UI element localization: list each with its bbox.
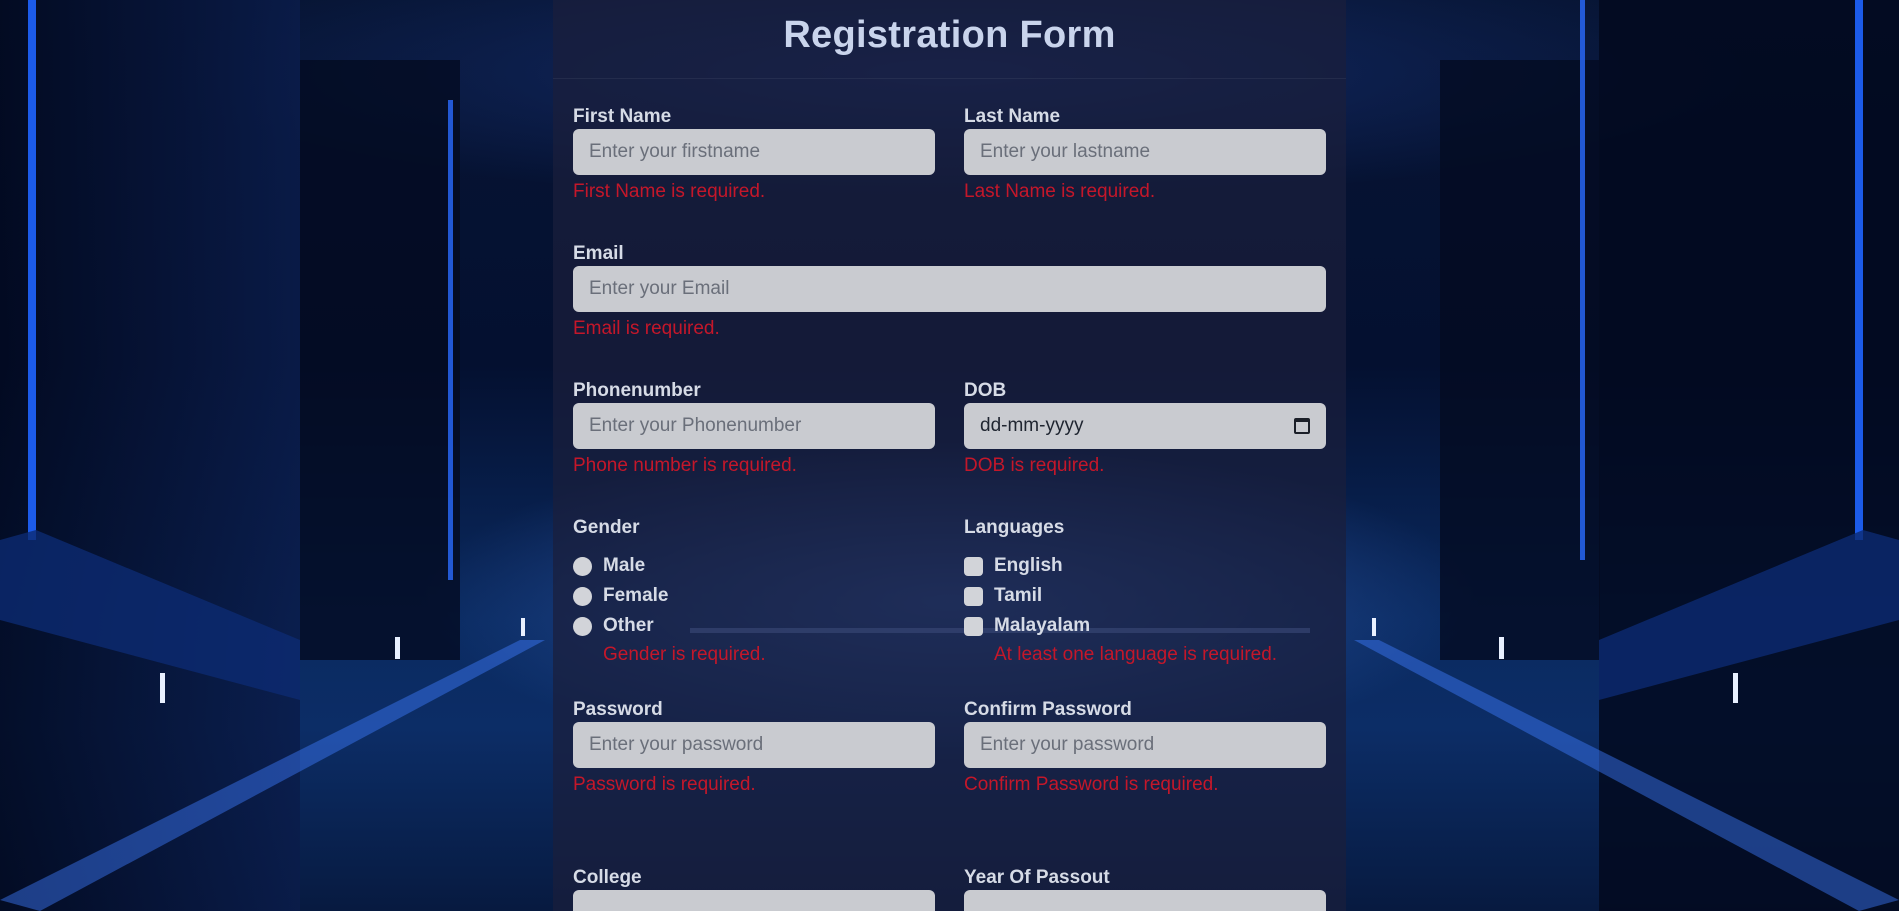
calendar-icon[interactable] — [1294, 418, 1310, 434]
dob-label: DOB — [964, 380, 1007, 401]
gender-option-label: Male — [603, 555, 646, 576]
first-name-label: First Name — [573, 106, 672, 127]
gender-option-label: Other — [603, 615, 654, 636]
phone-error: Phone number is required. — [573, 455, 797, 476]
last-name-label: Last Name — [964, 106, 1061, 127]
language-option-label: Tamil — [994, 585, 1043, 606]
dob-error: DOB is required. — [964, 455, 1105, 476]
gender-option-male[interactable]: Male — [573, 554, 645, 578]
language-option-malayalam[interactable]: Malayalam — [964, 614, 1090, 638]
gender-label: Gender — [573, 517, 640, 538]
checkbox-icon[interactable] — [964, 586, 983, 606]
password-label: Password — [573, 699, 663, 720]
languages-error: At least one language is required. — [994, 644, 1278, 665]
languages-field: Languages English Tamil Malayalam At lea… — [964, 516, 1326, 676]
dob-field: DOB dd-mm-yyyy DOB is required. — [964, 379, 1326, 489]
radio-icon[interactable] — [573, 616, 592, 636]
gender-option-label: Female — [603, 585, 669, 606]
year-of-passout-field: Year Of Passout — [964, 866, 1326, 911]
college-label: College — [573, 867, 642, 888]
form-title: Registration Form — [783, 14, 1116, 56]
gender-option-other[interactable]: Other — [573, 614, 654, 638]
languages-label: Languages — [964, 517, 1065, 538]
confirm-password-input[interactable] — [964, 722, 1326, 768]
radio-icon[interactable] — [573, 586, 592, 606]
phone-input[interactable] — [573, 403, 935, 449]
college-field: College — [573, 866, 935, 911]
registration-form: Registration Form First Name First Name … — [553, 0, 1346, 911]
radio-icon[interactable] — [573, 556, 592, 576]
last-name-input[interactable] — [964, 129, 1326, 175]
confirm-password-error: Confirm Password is required. — [964, 774, 1219, 795]
gender-option-female[interactable]: Female — [573, 584, 668, 608]
confirm-password-label: Confirm Password — [964, 699, 1132, 720]
phone-field: Phonenumber Phone number is required. — [573, 379, 935, 489]
email-label: Email — [573, 243, 624, 264]
password-input[interactable] — [573, 722, 935, 768]
year-of-passout-input[interactable] — [964, 890, 1326, 911]
language-option-tamil[interactable]: Tamil — [964, 584, 1042, 608]
college-input[interactable] — [573, 890, 935, 911]
email-error: Email is required. — [573, 318, 720, 339]
phone-label: Phonenumber — [573, 380, 701, 401]
confirm-password-field: Confirm Password Confirm Password is req… — [964, 698, 1326, 808]
gender-error: Gender is required. — [603, 644, 766, 665]
checkbox-icon[interactable] — [964, 616, 983, 636]
language-option-label: English — [994, 555, 1063, 576]
dob-input[interactable]: dd-mm-yyyy — [964, 403, 1326, 449]
password-field: Password Password is required. — [573, 698, 935, 808]
last-name-field: Last Name Last Name is required. — [964, 105, 1326, 215]
checkbox-icon[interactable] — [964, 556, 983, 576]
last-name-error: Last Name is required. — [964, 181, 1156, 202]
language-option-label: Malayalam — [994, 615, 1091, 636]
year-of-passout-label: Year Of Passout — [964, 867, 1110, 888]
dob-value: dd-mm-yyyy — [980, 415, 1084, 436]
first-name-input[interactable] — [573, 129, 935, 175]
gender-field: Gender Male Female Other Gender is requi… — [573, 516, 935, 676]
email-input[interactable] — [573, 266, 1326, 312]
title-divider — [553, 78, 1346, 79]
first-name-error: First Name is required. — [573, 181, 766, 202]
email-field: Email Email is required. — [573, 242, 1326, 352]
password-error: Password is required. — [573, 774, 756, 795]
language-option-english[interactable]: English — [964, 554, 1063, 578]
first-name-field: First Name First Name is required. — [573, 105, 935, 215]
